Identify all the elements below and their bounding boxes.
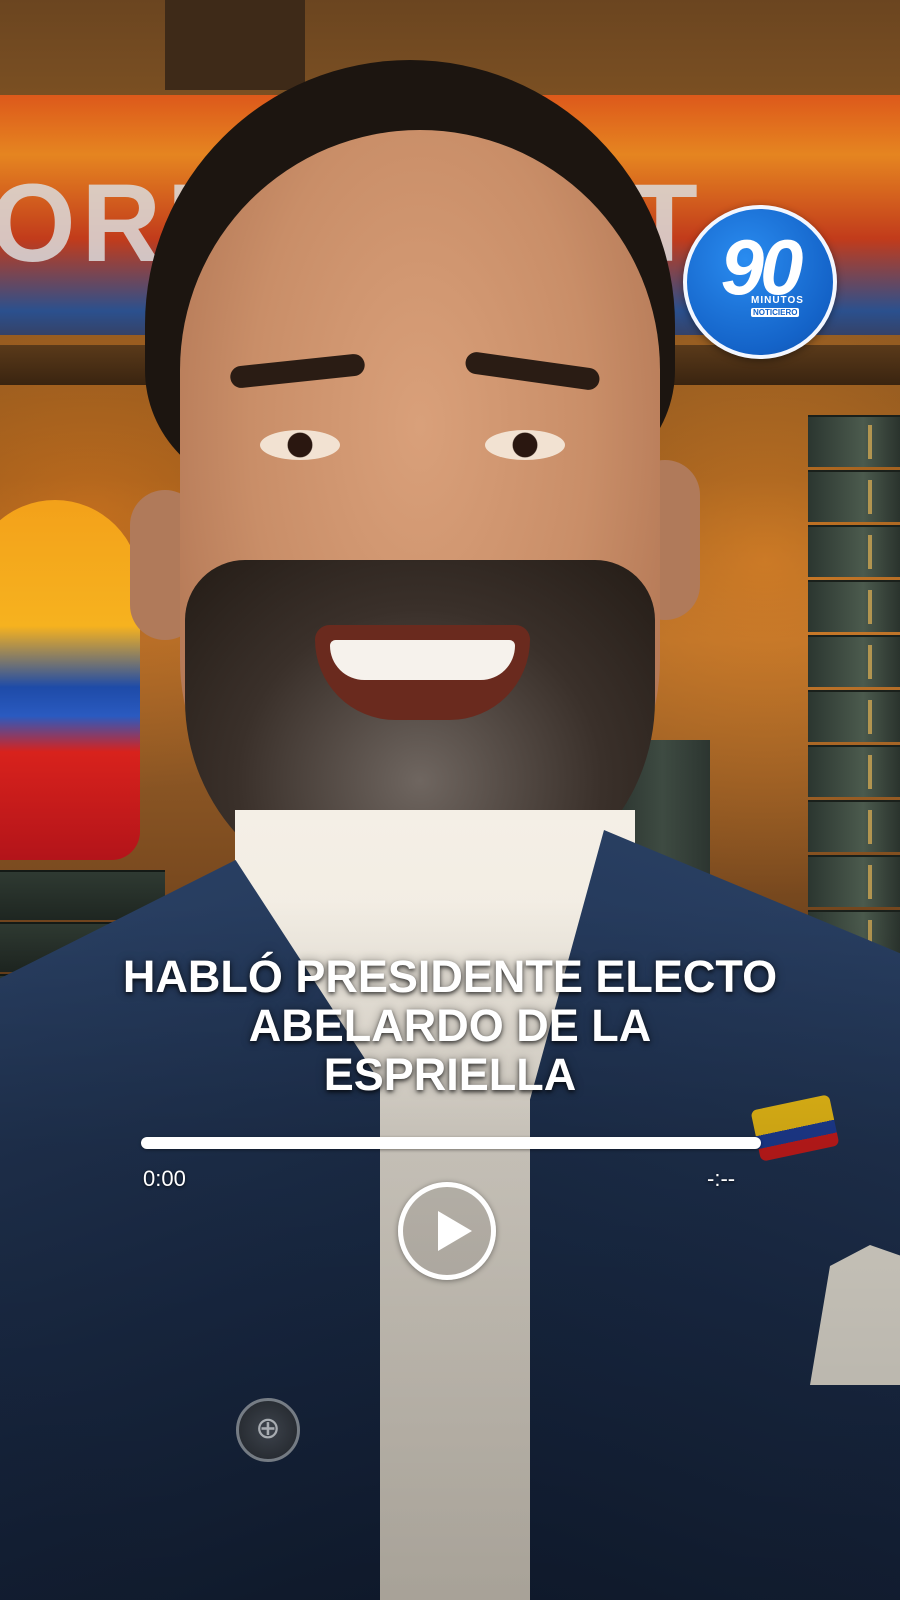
logo-line2: NOTICIERO bbox=[751, 308, 800, 317]
headline-line: HABLÓ PRESIDENTE ELECTO bbox=[122, 951, 778, 1002]
time-total: -:-- bbox=[707, 1166, 736, 1191]
speaker-eye-left bbox=[260, 430, 340, 460]
progress-bar[interactable] bbox=[141, 1137, 761, 1149]
channel-logo: 90 MINUTOS NOTICIERO bbox=[683, 205, 837, 359]
time-current: 0:00 bbox=[143, 1166, 186, 1191]
video-headline: HABLÓ PRESIDENTE ELECTO ABELARDO DE LA E… bbox=[60, 952, 840, 1099]
speaker-eye-right bbox=[485, 430, 565, 460]
play-icon bbox=[438, 1211, 472, 1251]
headline-line: ABELARDO DE LA bbox=[248, 1000, 652, 1051]
headline-line: ESPRIELLA bbox=[323, 1049, 577, 1100]
video-player[interactable]: ORRE A PAT 90 MINUTOS NOTICIERO bbox=[0, 0, 900, 1600]
play-button[interactable] bbox=[398, 1182, 496, 1280]
logo-line1: MINUTOS bbox=[751, 295, 804, 306]
speaker-teeth bbox=[330, 640, 515, 680]
